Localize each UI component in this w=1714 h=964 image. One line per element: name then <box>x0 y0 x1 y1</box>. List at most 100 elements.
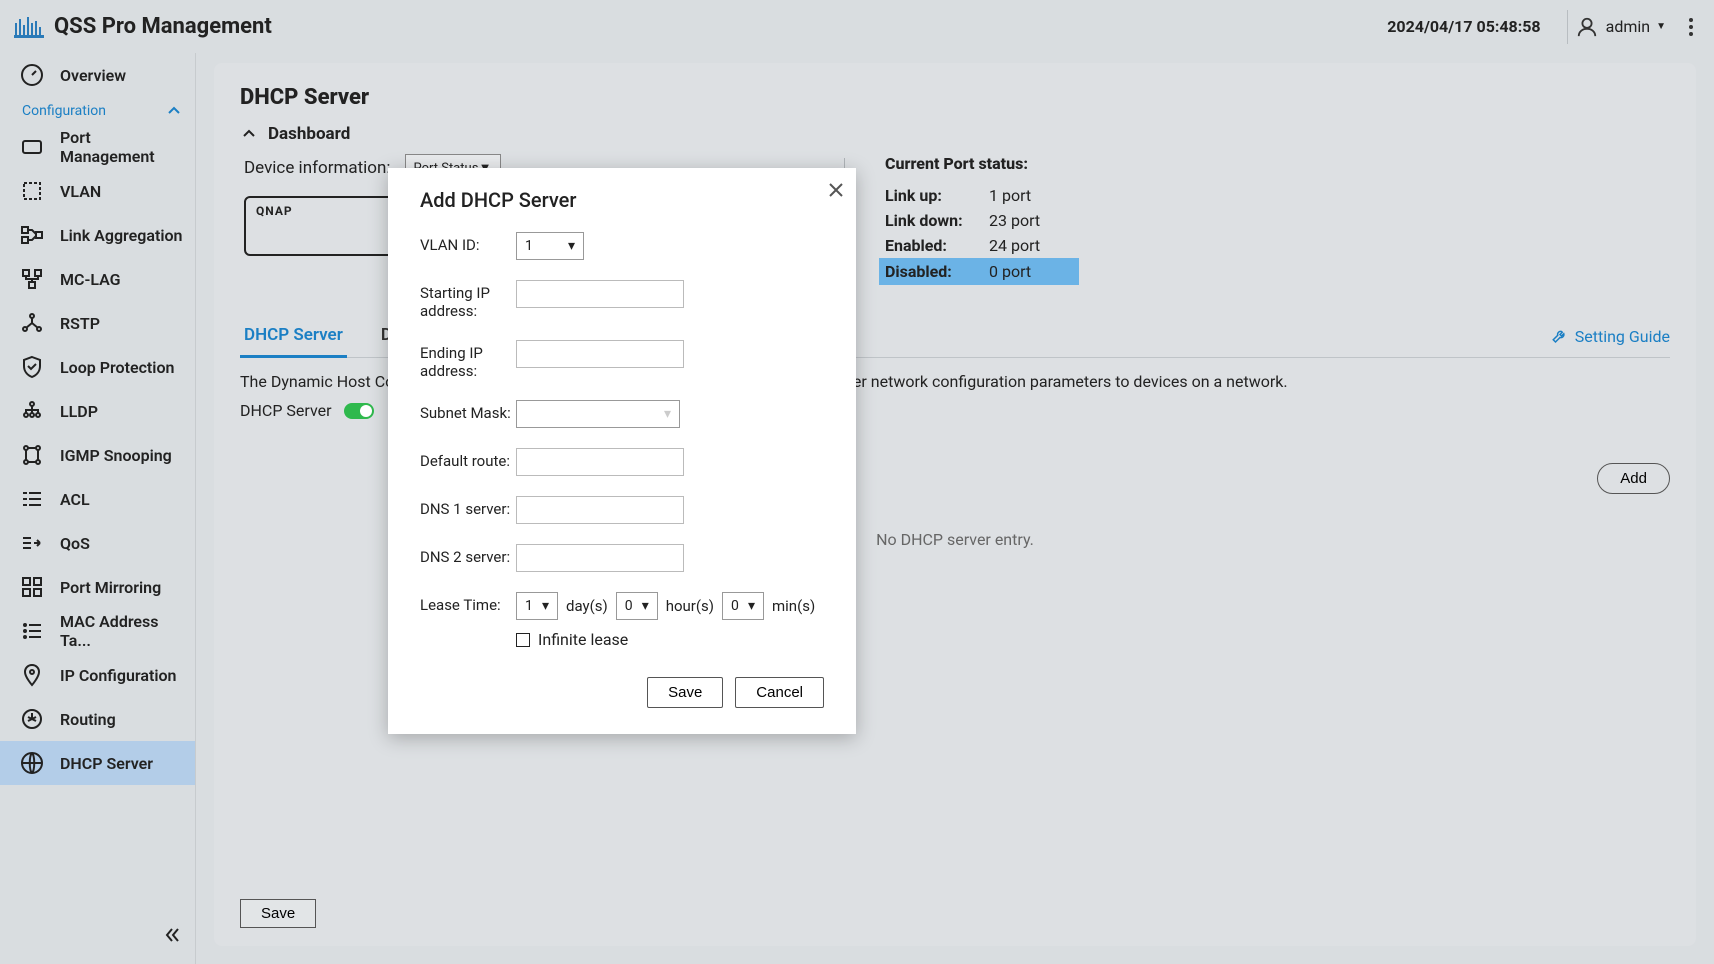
shield-icon <box>20 355 44 379</box>
lease-days-value: 1 <box>525 598 533 614</box>
device-brand: QNAP <box>256 204 293 218</box>
sidebar-item-label: ACL <box>60 490 90 509</box>
port-icon <box>20 135 44 159</box>
sidebar-item-label: RSTP <box>60 314 100 333</box>
location-icon <box>20 663 44 687</box>
lease-days-select[interactable]: 1▾ <box>516 592 558 620</box>
sidebar-item-label: IGMP Snooping <box>60 446 172 465</box>
sidebar-item-dhcp-server[interactable]: DHCP Server <box>0 741 195 785</box>
list-icon <box>20 619 44 643</box>
sidebar-item-vlan[interactable]: VLAN <box>0 169 195 213</box>
sidebar-item-overview[interactable]: Overview <box>0 53 195 97</box>
sidebar-section-label: Configuration <box>22 103 106 119</box>
sidebar-item-label: Port Mirroring <box>60 578 161 597</box>
dns2-label: DNS 2 server: <box>420 544 516 566</box>
add-button[interactable]: Add <box>1597 463 1670 494</box>
port-status: Current Port status: Link up:1 port Link… <box>885 154 1670 285</box>
mclag-icon <box>20 267 44 291</box>
disabled-value: 0 port <box>989 262 1031 281</box>
subnet-select[interactable]: ▾ <box>516 400 680 428</box>
link-agg-icon <box>20 223 44 247</box>
dns1-label: DNS 1 server: <box>420 496 516 518</box>
page-title: DHCP Server <box>240 85 1670 110</box>
dns1-input[interactable] <box>516 496 684 524</box>
wrench-icon <box>1551 327 1569 345</box>
lease-hours-value: 0 <box>625 598 633 614</box>
caret-down-icon: ▾ <box>664 406 671 422</box>
qos-icon <box>20 531 44 555</box>
setting-guide-label: Setting Guide <box>1575 327 1670 346</box>
sidebar-item-port-mirror[interactable]: Port Mirroring <box>0 565 195 609</box>
sidebar: Overview Configuration Port Management V… <box>0 53 196 964</box>
setting-guide-link[interactable]: Setting Guide <box>1551 315 1670 357</box>
linkup-value: 1 port <box>989 186 1031 205</box>
vlan-id-value: 1 <box>525 238 533 254</box>
sidebar-item-rstp[interactable]: RSTP <box>0 301 195 345</box>
sidebar-section-configuration[interactable]: Configuration <box>0 97 195 125</box>
dashboard-label: Dashboard <box>268 124 350 144</box>
sidebar-item-label: MAC Address Ta... <box>60 612 183 650</box>
chevron-up-icon <box>242 127 256 141</box>
start-ip-label: Starting IP address: <box>420 280 516 320</box>
vlan-id-select[interactable]: 1▾ <box>516 232 584 260</box>
sidebar-item-label: IP Configuration <box>60 666 177 685</box>
end-ip-input[interactable] <box>516 340 684 368</box>
lldp-icon <box>20 399 44 423</box>
linkdown-value: 23 port <box>989 211 1040 230</box>
sidebar-item-label: LLDP <box>60 402 98 421</box>
dhcp-icon <box>20 751 44 775</box>
header-divider <box>1567 10 1568 44</box>
sidebar-collapse-icon[interactable] <box>163 926 181 944</box>
sidebar-item-label: Routing <box>60 710 116 729</box>
sidebar-item-label: Port Management <box>60 128 183 166</box>
route-input[interactable] <box>516 448 684 476</box>
sidebar-item-mclag[interactable]: MC-LAG <box>0 257 195 301</box>
sidebar-item-lldp[interactable]: LLDP <box>0 389 195 433</box>
app-logo-icon <box>14 15 44 39</box>
close-icon[interactable] <box>828 182 844 198</box>
dns2-input[interactable] <box>516 544 684 572</box>
sidebar-item-loop-protection[interactable]: Loop Protection <box>0 345 195 389</box>
user-name[interactable]: admin <box>1606 17 1650 36</box>
acl-icon <box>20 487 44 511</box>
device-info-label: Device information: <box>244 158 391 178</box>
modal-save-button[interactable]: Save <box>647 677 723 708</box>
lease-mins-select[interactable]: 0▾ <box>722 592 764 620</box>
chevron-up-icon <box>167 104 181 118</box>
sidebar-item-label: VLAN <box>60 182 101 201</box>
caret-down-icon: ▾ <box>542 598 549 614</box>
caret-down-icon: ▾ <box>568 238 575 254</box>
modal-title: Add DHCP Server <box>420 188 824 212</box>
linkup-label: Link up: <box>885 186 975 205</box>
dhcp-toggle[interactable] <box>344 403 374 419</box>
sidebar-item-port-mgmt[interactable]: Port Management <box>0 125 195 169</box>
vlan-icon <box>20 179 44 203</box>
igmp-icon <box>20 443 44 467</box>
sidebar-item-routing[interactable]: Routing <box>0 697 195 741</box>
lease-days-unit: day(s) <box>566 597 608 615</box>
lease-hours-select[interactable]: 0▾ <box>616 592 658 620</box>
modal-cancel-button[interactable]: Cancel <box>735 677 824 708</box>
user-caret-icon[interactable]: ▼ <box>1656 21 1666 32</box>
route-label: Default route: <box>420 448 516 470</box>
sidebar-item-label: Loop Protection <box>60 358 174 377</box>
lease-mins-value: 0 <box>731 598 739 614</box>
sidebar-item-acl[interactable]: ACL <box>0 477 195 521</box>
more-menu-icon[interactable] <box>1682 18 1700 36</box>
sidebar-item-ip-config[interactable]: IP Configuration <box>0 653 195 697</box>
page-save-button[interactable]: Save <box>240 899 316 928</box>
sidebar-item-mac-table[interactable]: MAC Address Ta... <box>0 609 195 653</box>
sidebar-item-igmp[interactable]: IGMP Snooping <box>0 433 195 477</box>
infinite-lease-label: Infinite lease <box>538 630 628 649</box>
tab-dhcp-server[interactable]: DHCP Server <box>240 315 347 358</box>
start-ip-input[interactable] <box>516 280 684 308</box>
infinite-lease-checkbox[interactable] <box>516 633 530 647</box>
sidebar-item-label: MC-LAG <box>60 270 121 289</box>
user-icon[interactable] <box>1576 16 1598 38</box>
dashboard-header[interactable]: Dashboard <box>242 124 1670 144</box>
enabled-value: 24 port <box>989 236 1040 255</box>
lease-mins-unit: min(s) <box>772 597 815 615</box>
sidebar-item-link-agg[interactable]: Link Aggregation <box>0 213 195 257</box>
sidebar-item-qos[interactable]: QoS <box>0 521 195 565</box>
linkdown-label: Link down: <box>885 211 975 230</box>
